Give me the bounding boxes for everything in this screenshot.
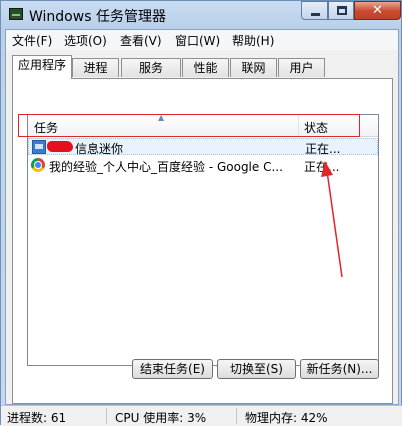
maximize-icon — [337, 6, 347, 15]
redaction-mark — [47, 141, 73, 152]
cpu-usage: CPU 使用率: 3% — [115, 411, 207, 425]
task-status: 正在... — [305, 142, 341, 156]
menu-view[interactable]: 查看(V) — [120, 32, 162, 49]
message-app-icon — [32, 140, 46, 154]
tab-applications[interactable]: 应用程序 — [12, 55, 72, 79]
end-task-button[interactable]: 结束任务(E) — [132, 359, 213, 379]
title-bar[interactable]: Windows 任务管理器 ✕ — [1, 1, 402, 29]
table-row[interactable]: 信息迷你 正在... — [28, 138, 378, 156]
new-task-button[interactable]: 新任务(N)... — [300, 359, 379, 379]
switch-to-button[interactable]: 切换至(S) — [217, 359, 296, 379]
minimize-button[interactable] — [301, 1, 328, 20]
tab-performance[interactable]: 性能 — [182, 58, 229, 77]
menu-bar: 文件(F) 选项(O) 查看(V) 窗口(W) 帮助(H) — [6, 30, 398, 50]
menu-window[interactable]: 窗口(W) — [175, 32, 220, 49]
menu-file[interactable]: 文件(F) — [12, 32, 52, 49]
task-status: 正在... — [304, 160, 340, 174]
maximize-button[interactable] — [328, 1, 354, 20]
process-count: 进程数: 61 — [7, 411, 67, 425]
menu-help[interactable]: 帮助(H) — [232, 32, 274, 49]
task-manager-app-icon — [9, 8, 23, 20]
annotation-highlight-box — [18, 114, 360, 137]
client-area: 文件(F) 选项(O) 查看(V) 窗口(W) 帮助(H) 应用程序 进程 服务… — [5, 29, 399, 405]
task-name: 信息迷你 — [75, 142, 124, 156]
tab-services[interactable]: 服务 — [121, 58, 181, 77]
table-row[interactable]: 我的经验_个人中心_百度经验 - Google C... 正在... — [28, 157, 378, 174]
memory-usage: 物理内存: 42% — [245, 411, 328, 425]
tab-users[interactable]: 用户 — [278, 58, 325, 77]
close-button[interactable]: ✕ — [354, 1, 401, 20]
tab-processes[interactable]: 进程 — [72, 58, 119, 77]
status-divider — [106, 408, 107, 424]
menu-options[interactable]: 选项(O) — [64, 32, 107, 49]
minimize-icon — [311, 13, 320, 16]
task-manager-window: Windows 任务管理器 ✕ 文件(F) 选项(O) 查看(V) 窗口(W) … — [0, 0, 402, 426]
status-bar: 进程数: 61 CPU 使用率: 3% 物理内存: 42% — [1, 405, 402, 426]
chrome-icon — [31, 158, 45, 172]
window-title: Windows 任务管理器 — [29, 9, 166, 25]
task-list[interactable]: ▲ 任务 状态 信息迷你 正在... 我的经验_个人中心_百度经验 - Goog… — [27, 113, 379, 366]
status-divider — [236, 408, 237, 424]
close-icon: ✕ — [372, 3, 383, 18]
tab-networking[interactable]: 联网 — [230, 58, 277, 77]
task-name: 我的经验_个人中心_百度经验 - Google C... — [49, 160, 283, 174]
